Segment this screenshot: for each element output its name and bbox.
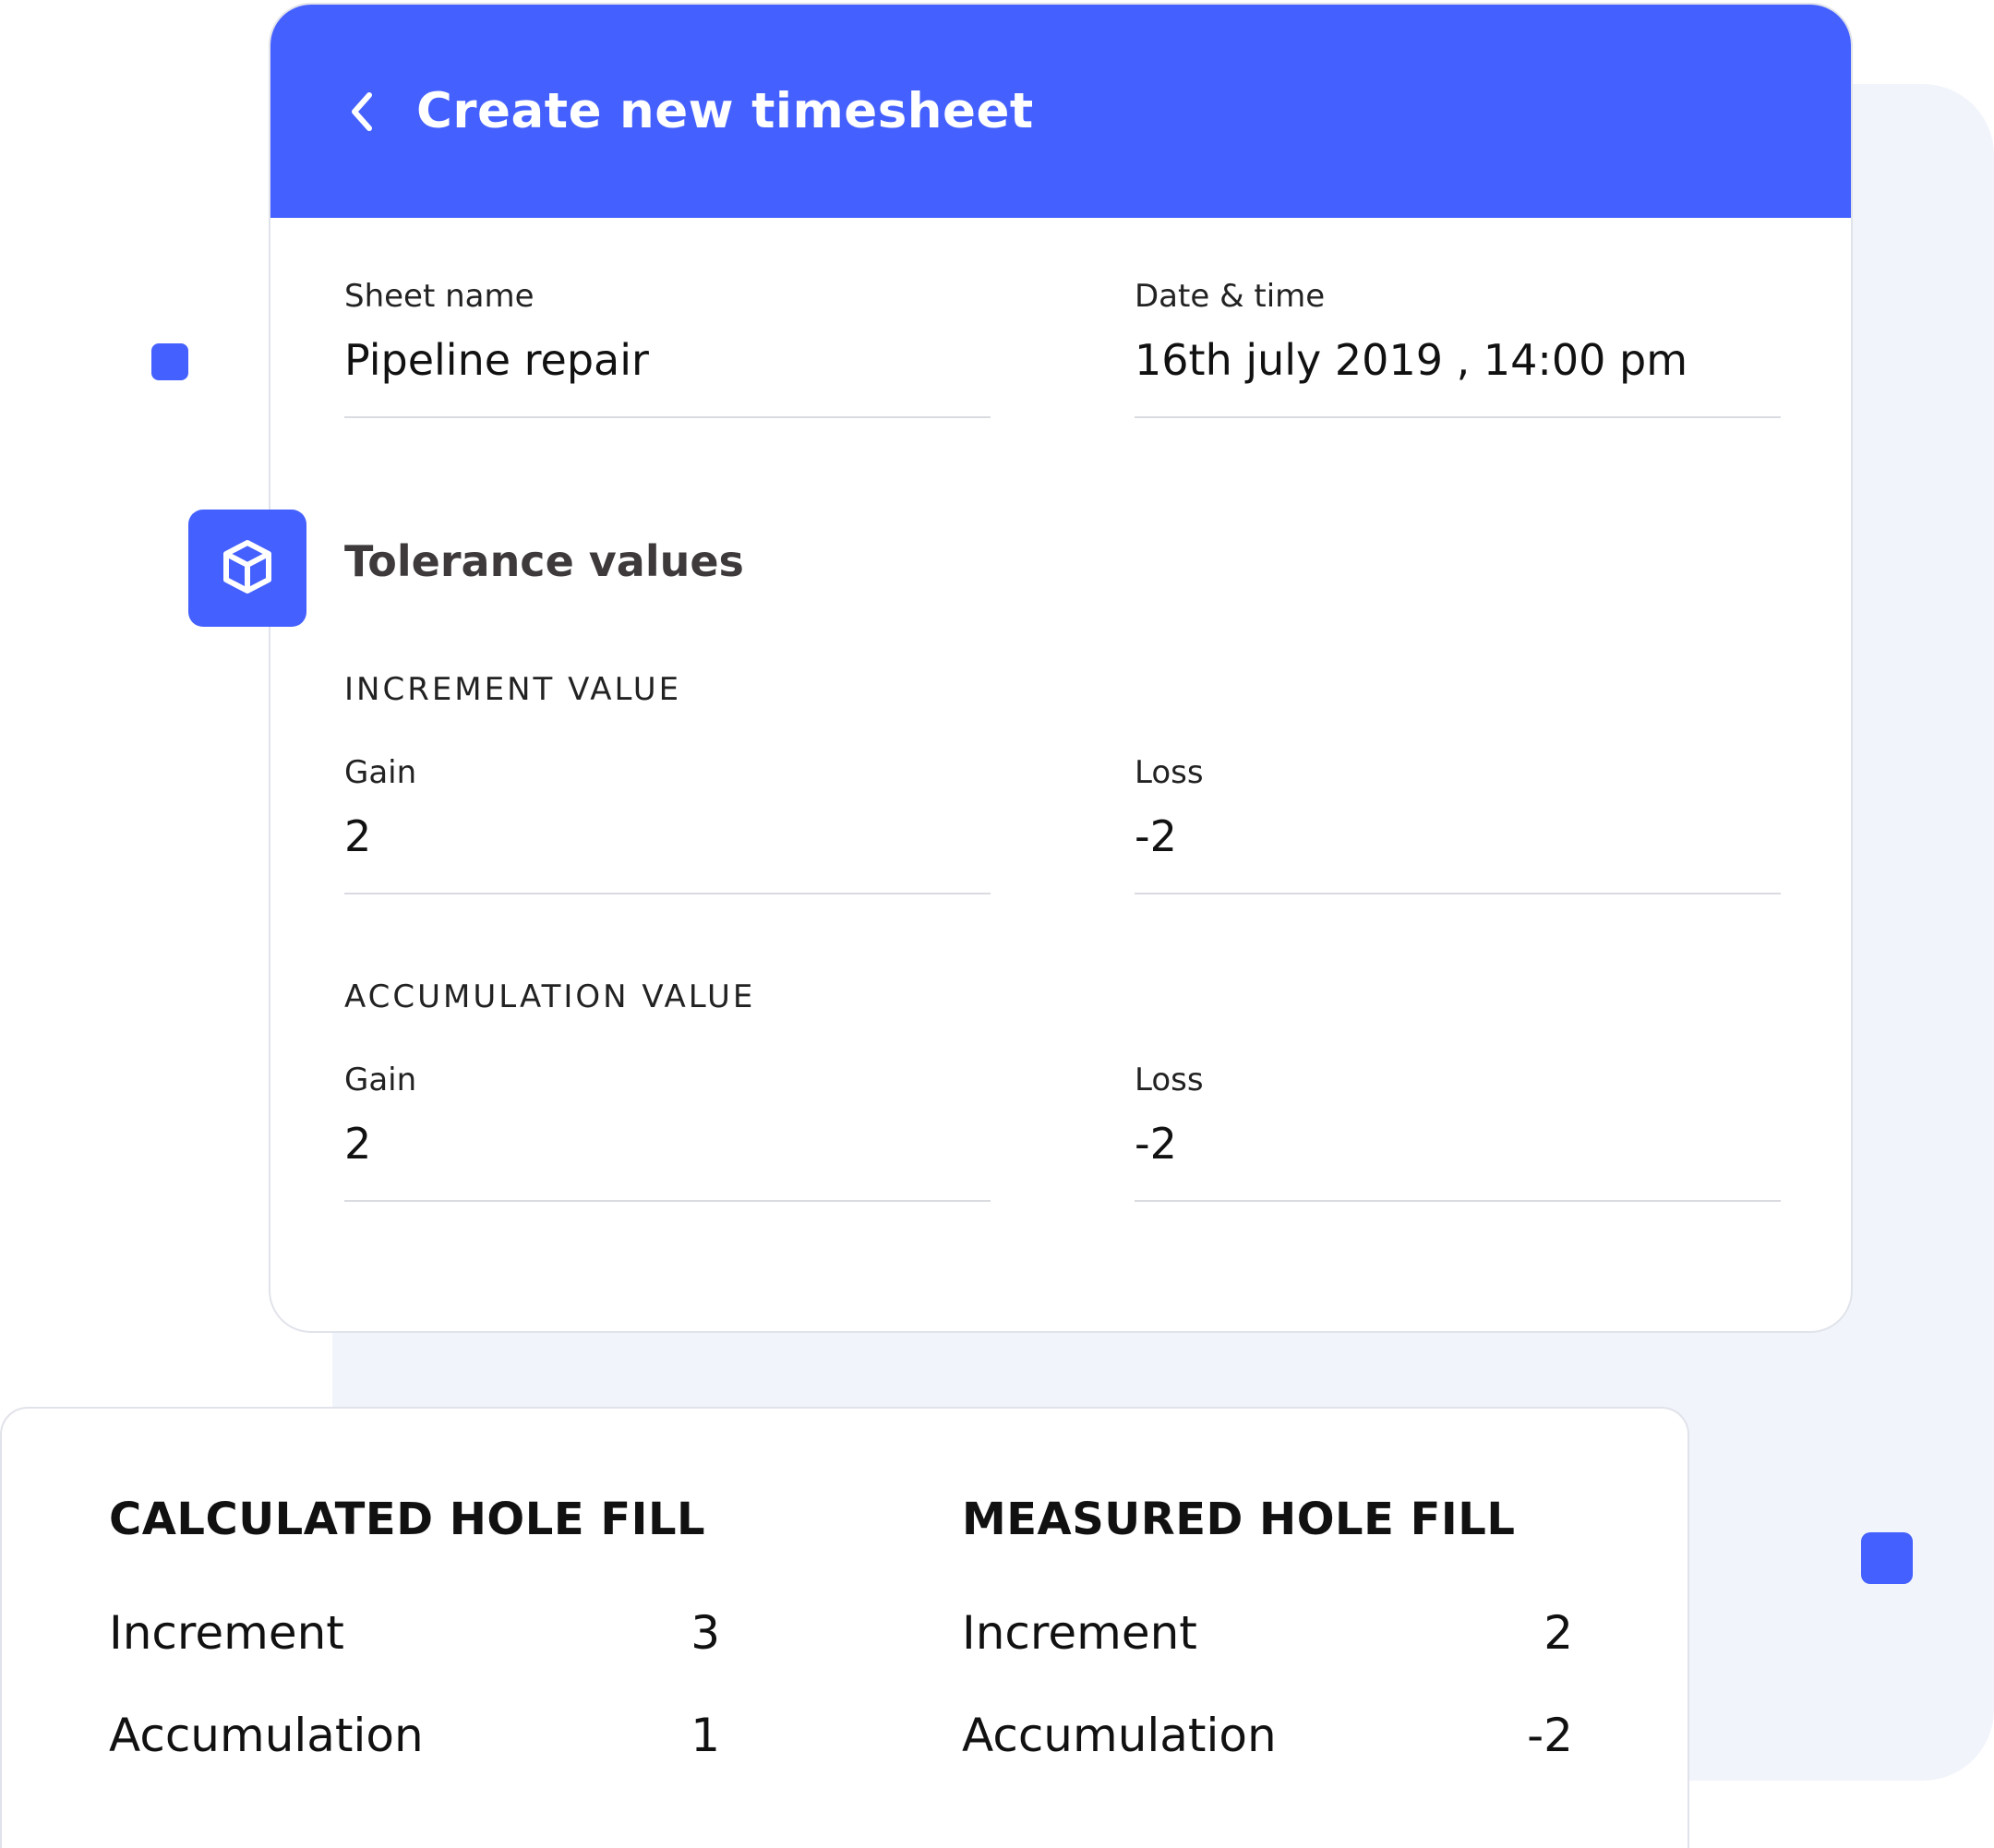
sheet-name-label: Sheet name <box>344 278 535 315</box>
increment-gain-input[interactable]: 2 <box>344 811 991 893</box>
accumulation-gain-label: Gain <box>344 1062 417 1098</box>
measured-accumulation-label: Accumulation <box>962 1709 1277 1762</box>
increment-gain-label: Gain <box>344 754 417 791</box>
increment-gain-field[interactable]: Gain 2 <box>344 754 991 894</box>
decorative-dot <box>1861 1532 1913 1584</box>
chevron-left-icon[interactable] <box>342 84 379 139</box>
hole-fill-summary: CALCULATED HOLE FILL Increment 3 Accumul… <box>0 1407 1689 1848</box>
sheet-name-input[interactable]: Pipeline repair <box>344 335 991 416</box>
measured-increment-label: Increment <box>962 1606 1197 1660</box>
measured-increment-value: 2 <box>1544 1606 1573 1660</box>
date-time-input[interactable]: 16th july 2019 , 14:00 pm <box>1135 335 1781 416</box>
accumulation-gain-field[interactable]: Gain 2 <box>344 1062 991 1202</box>
increment-loss-input[interactable]: -2 <box>1135 811 1781 893</box>
accumulation-loss-label: Loss <box>1135 1062 1204 1098</box>
page-title: Create new timesheet <box>416 83 1034 139</box>
tolerance-heading: Tolerance values <box>344 536 744 586</box>
accumulation-loss-input[interactable]: -2 <box>1135 1119 1781 1200</box>
cube-icon <box>220 538 275 599</box>
measured-accumulation-value: -2 <box>1527 1709 1573 1762</box>
cube-icon-badge <box>188 510 306 627</box>
accumulation-value-heading: ACCUMULATION VALUE <box>344 978 756 1015</box>
calculated-increment-value: 3 <box>691 1606 720 1660</box>
date-time-label: Date & time <box>1135 278 1326 315</box>
decorative-dot <box>151 343 188 380</box>
card-header: Create new timesheet <box>270 5 1851 218</box>
calculated-accumulation-label: Accumulation <box>109 1709 424 1762</box>
increment-loss-label: Loss <box>1135 754 1204 791</box>
calculated-increment-label: Increment <box>109 1606 344 1660</box>
calculated-hole-fill-title: CALCULATED HOLE FILL <box>109 1494 706 1545</box>
timesheet-card: Create new timesheet Sheet name Pipeline… <box>269 3 1853 1333</box>
calculated-accumulation-value: 1 <box>691 1709 720 1762</box>
measured-hole-fill-title: MEASURED HOLE FILL <box>962 1494 1516 1545</box>
date-time-field[interactable]: Date & time 16th july 2019 , 14:00 pm <box>1135 278 1781 418</box>
accumulation-gain-input[interactable]: 2 <box>344 1119 991 1200</box>
accumulation-loss-field[interactable]: Loss -2 <box>1135 1062 1781 1202</box>
sheet-name-field[interactable]: Sheet name Pipeline repair <box>344 278 991 418</box>
increment-loss-field[interactable]: Loss -2 <box>1135 754 1781 894</box>
increment-value-heading: INCREMENT VALUE <box>344 671 682 708</box>
